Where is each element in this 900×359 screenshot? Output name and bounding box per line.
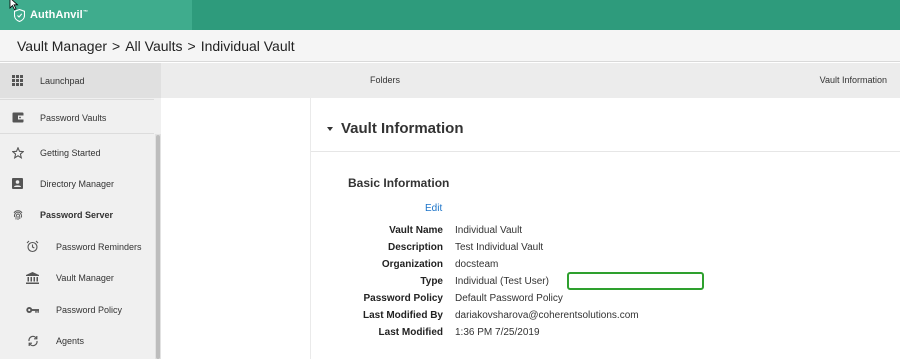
field-value: dariakovsharova@coherentsolutions.com [455, 310, 639, 321]
field-row-last-modified: Last Modified 1:36 PM 7/25/2019 [311, 327, 900, 341]
sync-icon [26, 334, 39, 347]
sidebar-item-directory-manager[interactable]: Directory Manager [0, 168, 154, 199]
field-label: Password Policy [363, 293, 443, 304]
field-row-password-policy: Password Policy Default Password Policy [311, 293, 900, 307]
field-row-last-modified-by: Last Modified By dariakovsharova@coheren… [311, 310, 900, 324]
tab-vault-information[interactable]: Vault Information [820, 75, 887, 85]
sidebar-divider [0, 133, 154, 134]
sidebar: Launchpad Password Vaults Getting Starte… [0, 63, 161, 359]
sidebar-item-password-vaults[interactable]: Password Vaults [0, 102, 154, 133]
sidebar-item-launchpad[interactable]: Launchpad [0, 63, 161, 98]
type-highlight-box [567, 272, 704, 290]
tab-folders[interactable]: Folders [370, 75, 400, 85]
breadcrumb-all-vaults[interactable]: All Vaults [125, 38, 182, 54]
star-icon [11, 146, 24, 159]
sidebar-item-vault-manager[interactable]: Vault Manager [0, 262, 154, 293]
field-row-vault-name: Vault Name Individual Vault [311, 225, 900, 239]
sidebar-item-label: Launchpad [40, 75, 85, 86]
field-label: Vault Name [389, 225, 443, 236]
sidebar-item-label: Vault Manager [56, 272, 114, 283]
breadcrumb-vault-manager[interactable]: Vault Manager [17, 38, 107, 54]
field-label: Last Modified [378, 327, 443, 338]
sidebar-item-label: Password Server [40, 209, 114, 220]
breadcrumb-separator: > [112, 37, 121, 54]
sidebar-item-agents[interactable]: Agents [0, 325, 154, 356]
field-row-description: Description Test Individual Vault [311, 242, 900, 256]
field-value: 1:36 PM 7/25/2019 [455, 327, 540, 338]
logo-text: AuthAnvil™ [30, 9, 88, 21]
wallet-icon [11, 111, 24, 124]
sidebar-scrollbar-thumb[interactable] [156, 135, 160, 359]
caret-down-icon[interactable] [327, 127, 333, 131]
field-value: Test Individual Vault [455, 242, 544, 253]
field-value: Individual (Test User) [455, 276, 549, 287]
tab-strip: Folders Vault Information [161, 63, 900, 98]
sidebar-divider [0, 99, 154, 100]
sidebar-item-label: Agents [56, 335, 85, 346]
sidebar-item-label: Password Vaults [40, 112, 107, 123]
sidebar-item-password-policy[interactable]: Password Policy [0, 294, 154, 325]
breadcrumb-separator: > [187, 37, 196, 54]
edit-link[interactable]: Edit [425, 203, 442, 214]
mouse-cursor-icon [9, 0, 19, 10]
field-value: docsteam [455, 259, 499, 270]
panel-header[interactable]: Vault Information [311, 98, 900, 152]
shield-logo-icon [14, 8, 25, 22]
sidebar-item-getting-started[interactable]: Getting Started [0, 137, 154, 168]
vault-information-panel: Vault Information Basic Information Edit… [310, 98, 900, 359]
breadcrumb: Vault Manager > All Vaults > Individual … [0, 30, 900, 62]
bank-icon [26, 271, 39, 284]
field-value: Default Password Policy [455, 293, 563, 304]
logo[interactable]: AuthAnvil™ [0, 0, 192, 30]
field-label: Organization [381, 259, 443, 270]
field-label: Description [387, 242, 443, 253]
main-content: Vault Information Basic Information Edit… [161, 98, 900, 359]
panel-title: Vault Information [341, 120, 464, 137]
field-label: Type [420, 276, 443, 287]
sidebar-item-label: Getting Started [40, 147, 101, 158]
field-label: Last Modified By [362, 310, 443, 321]
contact-card-icon [11, 177, 24, 190]
field-row-organization: Organization docsteam [311, 259, 900, 273]
sidebar-item-password-reminders[interactable]: Password Reminders [0, 231, 154, 262]
alarm-clock-icon [26, 240, 39, 253]
section-title: Basic Information [348, 176, 450, 190]
fingerprint-icon [11, 208, 24, 221]
key-icon [26, 303, 39, 316]
sidebar-item-password-server[interactable]: Password Server [0, 199, 154, 230]
sidebar-item-label: Password Reminders [56, 241, 142, 252]
grid-icon [11, 74, 24, 87]
sidebar-item-label: Password Policy [56, 304, 123, 315]
breadcrumb-individual-vault: Individual Vault [200, 37, 295, 54]
top-bar: AuthAnvil™ [0, 0, 900, 30]
field-value: Individual Vault [455, 225, 523, 236]
sidebar-item-label: Directory Manager [40, 178, 115, 189]
